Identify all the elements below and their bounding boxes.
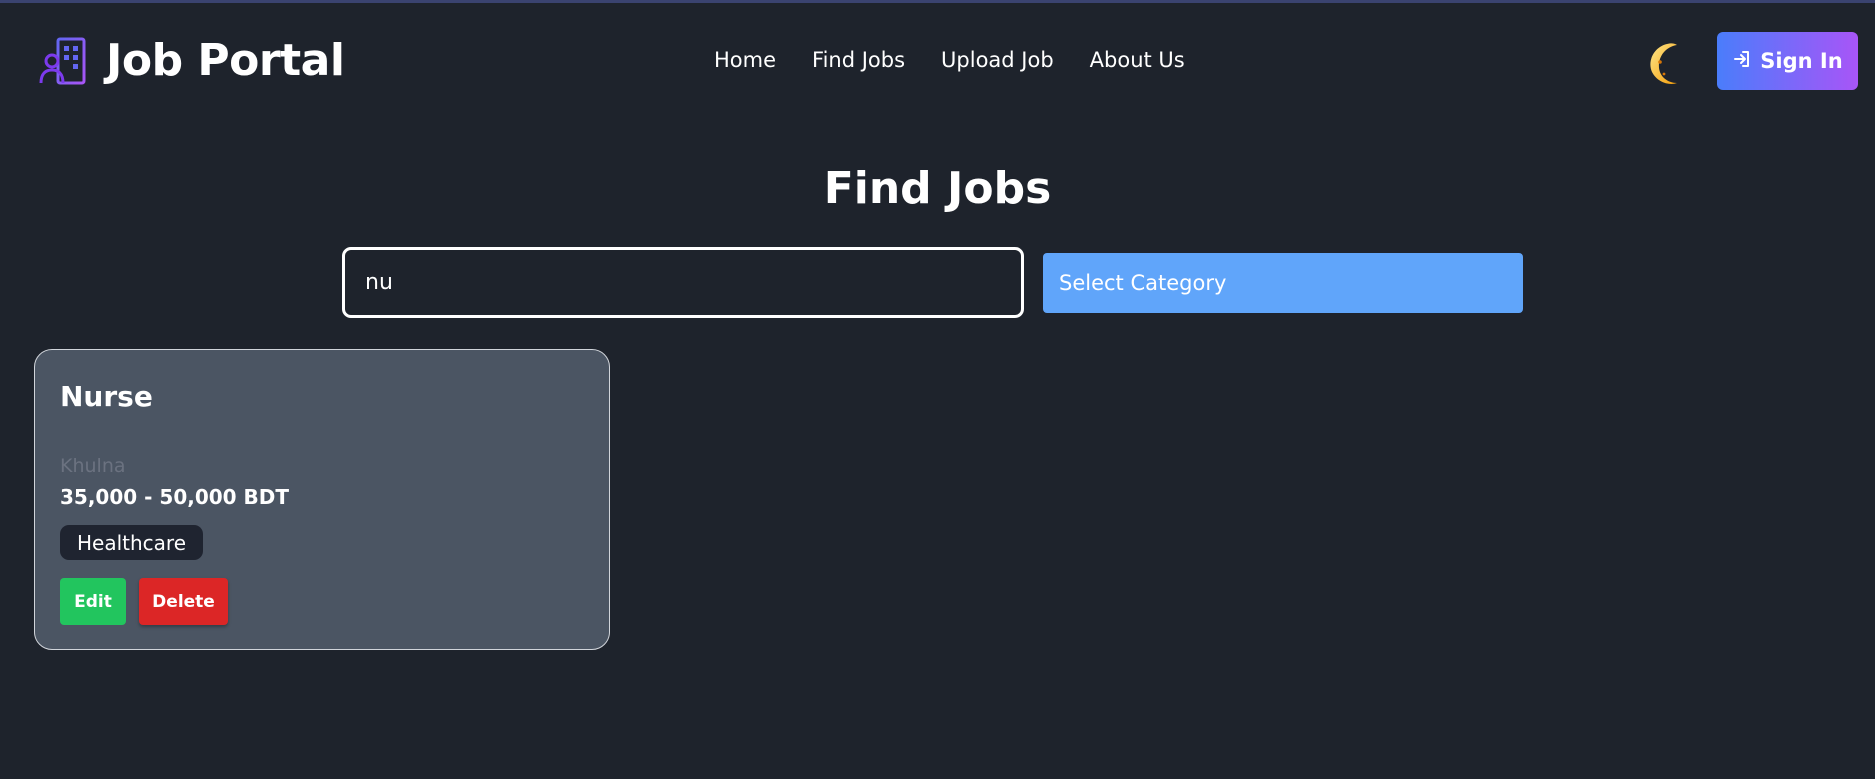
page-title: Find Jobs [823,163,1052,214]
brand[interactable]: Job Portal [38,35,345,87]
sign-in-button[interactable]: Sign In [1717,32,1858,90]
nav-link-home[interactable]: Home [714,45,776,75]
moon-icon [1647,42,1691,90]
nav-links: Home Find Jobs Upload Job About Us [714,45,1185,75]
category-select-value: Select Category [1059,271,1227,295]
job-location: Khulna [60,455,126,477]
edit-button[interactable]: Edit [60,578,126,625]
delete-button[interactable]: Delete [139,578,228,625]
job-category-badge: Healthcare [60,525,204,560]
job-title: Nurse [60,380,153,413]
brand-title: Job Portal [106,35,345,86]
nav-link-about-us[interactable]: About Us [1090,45,1185,75]
job-salary: 35,000 - 50,000 BDT [60,485,290,509]
category-select[interactable]: Select Category [1043,253,1523,313]
navbar: Job Portal Home Find Jobs Upload Job Abo… [0,3,1875,113]
nav-link-upload-job[interactable]: Upload Job [941,45,1054,75]
office-building-icon [38,35,90,87]
search-input[interactable] [342,247,1024,318]
sign-in-icon [1732,49,1752,74]
sign-in-label: Sign In [1760,49,1843,73]
job-card: Nurse Khulna 35,000 - 50,000 BDT Healthc… [34,349,610,650]
nav-link-find-jobs[interactable]: Find Jobs [812,45,905,75]
theme-toggle-button[interactable] [1644,41,1694,91]
